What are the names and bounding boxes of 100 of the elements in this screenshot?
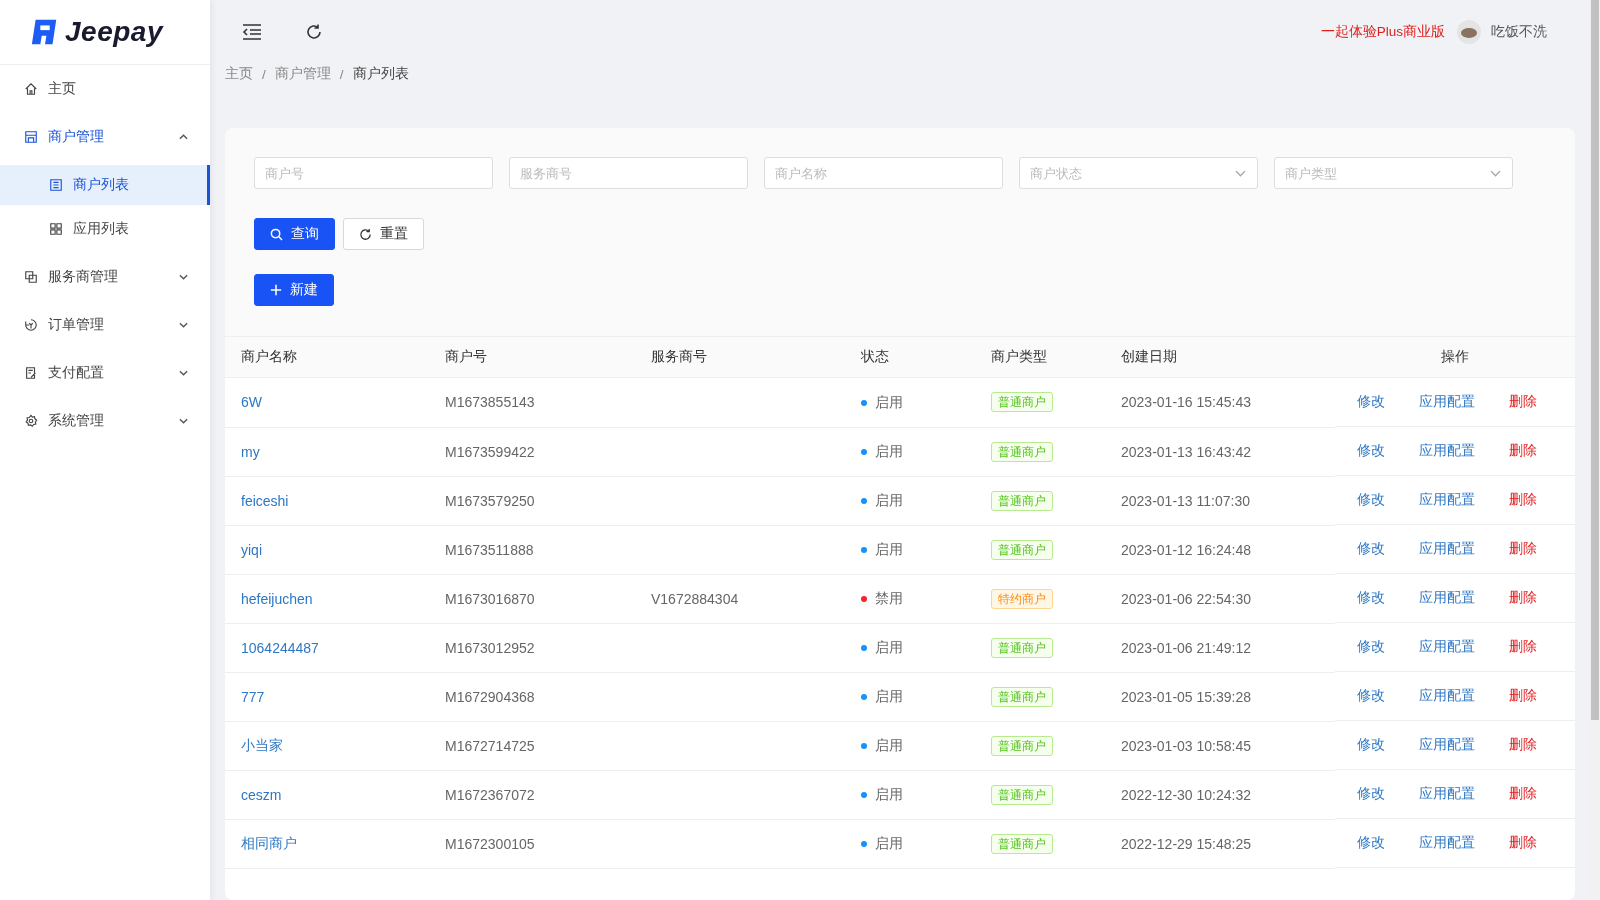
merchant-name-link[interactable]: 1064244487 [241,639,319,656]
menu-icon [24,318,38,332]
edit-link[interactable]: 修改 [1357,393,1385,411]
delete-link[interactable]: 删除 [1509,736,1537,754]
status-text: 启用 [875,786,903,804]
menu-icon [24,414,38,428]
menu-icon [24,366,38,380]
merchant-name-link[interactable]: 小当家 [241,736,283,753]
edit-link[interactable]: 修改 [1357,736,1385,754]
type-tag: 普通商户 [991,735,1053,756]
menu-fold-icon[interactable] [242,24,262,40]
menu-icon [24,82,38,96]
edit-link[interactable]: 修改 [1357,785,1385,803]
merchant-number: M1672300105 [445,835,535,852]
column-header: 商户类型 [975,336,1105,378]
delete-link[interactable]: 删除 [1509,834,1537,852]
merchant-number: M1673016870 [445,590,535,607]
app-config-link[interactable]: 应用配置 [1419,834,1475,852]
sidebar-item[interactable]: 服务商管理 [0,253,210,301]
refresh-icon[interactable] [305,23,323,41]
created-date: 2023-01-16 15:45:43 [1121,394,1251,411]
create-button[interactable]: 新建 [254,274,334,306]
app-config-link[interactable]: 应用配置 [1419,589,1475,607]
merchant-number: M1673855143 [445,394,535,411]
sidebar-item[interactable]: 订单管理 [0,301,210,349]
delete-link[interactable]: 删除 [1509,687,1537,705]
merchant-name-link[interactable]: 相同商户 [241,834,297,851]
status-text: 启用 [875,688,903,706]
type-tag: 普通商户 [991,539,1053,560]
input-field[interactable]: 商户号 [254,157,493,189]
delete-link[interactable]: 删除 [1509,393,1537,411]
breadcrumb-item[interactable]: 商户管理 [274,65,331,83]
app-config-link[interactable]: 应用配置 [1419,540,1475,558]
delete-link[interactable]: 删除 [1509,589,1537,607]
created-date: 2023-01-06 21:49:12 [1121,639,1251,656]
edit-link[interactable]: 修改 [1357,638,1385,656]
delete-link[interactable]: 删除 [1509,638,1537,656]
scrollbar[interactable] [1590,0,1600,900]
merchant-name-link[interactable]: yiqi [241,541,262,558]
merchant-name-link[interactable]: my [241,443,260,460]
column-header: 商户号 [429,336,635,378]
delete-link[interactable]: 删除 [1509,785,1537,803]
promo-link[interactable]: 一起体验Plus商业版 [1320,23,1445,41]
merchant-number: M1673599422 [445,443,535,460]
app-config-link[interactable]: 应用配置 [1419,687,1475,705]
select-field[interactable]: 商户类型 [1274,157,1513,189]
delete-link[interactable]: 删除 [1509,491,1537,509]
edit-link[interactable]: 修改 [1357,540,1385,558]
merchant-name-link[interactable]: 777 [241,688,265,705]
breadcrumb-item[interactable]: 主页 [225,65,253,83]
type-tag: 普通商户 [991,784,1053,805]
edit-link[interactable]: 修改 [1357,442,1385,460]
type-tag: 普通商户 [991,392,1053,413]
type-tag: 普通商户 [991,490,1053,511]
app-config-link[interactable]: 应用配置 [1419,393,1475,411]
app-config-link[interactable]: 应用配置 [1419,785,1475,803]
app-config-link[interactable]: 应用配置 [1419,442,1475,460]
merchant-name-link[interactable]: ceszm [241,786,282,803]
edit-link[interactable]: 修改 [1357,687,1385,705]
merchant-name-link[interactable]: hefeijuchen [241,590,313,607]
input-field[interactable]: 服务商号 [509,157,748,189]
sidebar-subitem[interactable]: 商户列表 [0,165,210,205]
user-name[interactable]: 吃饭不洗 [1491,23,1547,41]
dropdown-icon [1490,170,1501,177]
edit-link[interactable]: 修改 [1357,834,1385,852]
sidebar-subitem[interactable]: 应用列表 [0,209,210,249]
merchant-name-link[interactable]: 6W [241,394,262,411]
edit-link[interactable]: 修改 [1357,491,1385,509]
app-config-link[interactable]: 应用配置 [1419,736,1475,754]
merchant-number: M1673012952 [445,639,535,656]
reset-button[interactable]: 重置 [343,218,424,250]
column-header: 服务商号 [635,336,845,378]
app-config-link[interactable]: 应用配置 [1419,638,1475,656]
sidebar-item[interactable]: 主页 [0,65,210,113]
menu-icon [49,222,63,236]
created-date: 2022-12-29 15:48:25 [1121,835,1251,852]
sidebar-item[interactable]: 系统管理 [0,397,210,445]
type-tag: 普通商户 [991,637,1053,658]
status-text: 启用 [875,737,903,755]
status-text: 禁用 [875,590,903,608]
search-button[interactable]: 查询 [254,218,335,250]
created-date: 2023-01-03 10:58:45 [1121,737,1251,754]
avatar[interactable] [1457,20,1481,44]
reset-icon [359,227,372,241]
created-date: 2023-01-12 16:24:48 [1121,541,1251,558]
sidebar-item[interactable]: 支付配置 [0,349,210,397]
select-field[interactable]: 商户状态 [1019,157,1258,189]
merchant-number: M1673511888 [445,541,534,558]
created-date: 2022-12-30 10:24:32 [1121,786,1251,803]
sidebar-item[interactable]: 商户管理 [0,113,210,161]
search-icon [270,227,283,241]
merchant-number: M1672714725 [445,737,535,754]
status-text: 启用 [875,393,903,412]
input-field[interactable]: 商户名称 [764,157,1003,189]
app-config-link[interactable]: 应用配置 [1419,491,1475,509]
type-tag: 普通商户 [991,833,1053,854]
delete-link[interactable]: 删除 [1509,540,1537,558]
merchant-name-link[interactable]: feiceshi [241,492,289,509]
delete-link[interactable]: 删除 [1509,442,1537,460]
edit-link[interactable]: 修改 [1357,589,1385,607]
